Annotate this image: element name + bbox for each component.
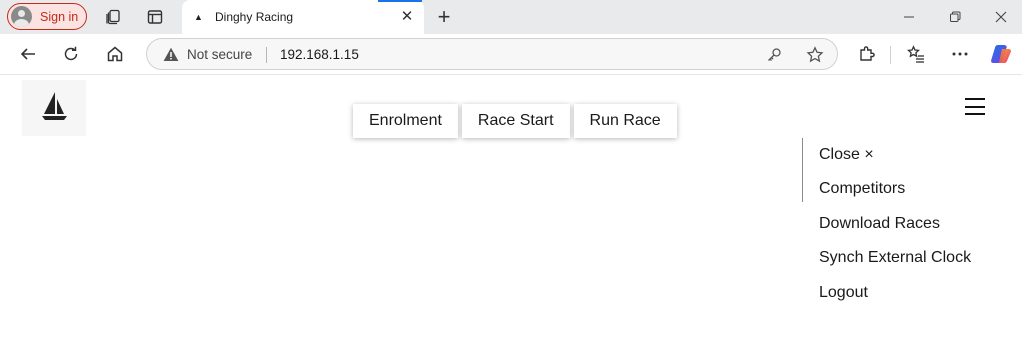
hamburger-icon[interactable] xyxy=(965,98,985,115)
app-logo[interactable] xyxy=(22,80,86,136)
tab-title: Dinghy Racing xyxy=(215,10,294,24)
password-key-icon[interactable] xyxy=(761,43,787,67)
address-bar[interactable]: Not secure 192.168.1.15 xyxy=(146,38,838,70)
enrolment-button[interactable]: Enrolment xyxy=(353,104,458,138)
vertical-tabs-icon[interactable] xyxy=(141,3,169,31)
profile-avatar-icon xyxy=(11,6,32,27)
browser-toolbar: Not secure 192.168.1.15 xyxy=(0,34,1022,75)
close-window-icon[interactable] xyxy=(987,4,1015,30)
sign-in-label: Sign in xyxy=(40,9,79,24)
favorite-star-icon[interactable] xyxy=(802,43,828,67)
hamburger-bar xyxy=(965,98,985,100)
hamburger-bar xyxy=(965,113,985,115)
page-viewport: Enrolment Race Start Run Race Close × Co… xyxy=(4,76,1018,338)
warning-icon[interactable] xyxy=(163,47,179,67)
hamburger-bar xyxy=(965,105,985,108)
workspaces-icon[interactable] xyxy=(99,3,127,31)
back-icon[interactable] xyxy=(13,39,43,69)
toolbar-divider xyxy=(890,46,891,64)
menu-item-competitors[interactable]: Competitors xyxy=(819,180,905,198)
sign-in-button[interactable]: Sign in xyxy=(7,3,87,30)
sailboat-icon xyxy=(39,90,69,127)
restore-icon[interactable] xyxy=(941,4,969,30)
favorites-list-icon[interactable] xyxy=(901,39,931,69)
race-start-button[interactable]: Race Start xyxy=(461,104,570,138)
extensions-icon[interactable] xyxy=(852,39,882,69)
address-divider xyxy=(266,47,267,63)
new-tab-button[interactable]: + xyxy=(430,3,458,31)
run-race-button[interactable]: Run Race xyxy=(573,104,677,138)
security-status-label[interactable]: Not secure xyxy=(187,47,252,62)
close-menu-button[interactable]: Close × xyxy=(819,146,874,164)
menu-item-download-races[interactable]: Download Races xyxy=(819,215,940,233)
side-menu-border xyxy=(802,138,803,202)
minimize-icon[interactable] xyxy=(895,4,923,30)
home-icon[interactable] xyxy=(100,39,130,69)
url-text[interactable]: 192.168.1.15 xyxy=(280,47,359,62)
menu-item-logout[interactable]: Logout xyxy=(819,284,868,302)
tab-dinghy-racing[interactable]: ▲ Dinghy Racing ✕ xyxy=(182,0,424,34)
main-nav: Enrolment Race Start Run Race xyxy=(353,104,677,138)
refresh-icon[interactable] xyxy=(56,39,86,69)
tab-close-icon[interactable]: ✕ xyxy=(396,5,418,27)
more-options-icon[interactable] xyxy=(945,39,975,69)
tab-strip: Sign in ▲ Dinghy Racing ✕ + xyxy=(0,0,1022,34)
menu-item-synch-external-clock[interactable]: Synch External Clock xyxy=(819,249,971,267)
copilot-icon[interactable] xyxy=(986,39,1016,69)
tab-favicon-icon: ▲ xyxy=(194,12,203,22)
